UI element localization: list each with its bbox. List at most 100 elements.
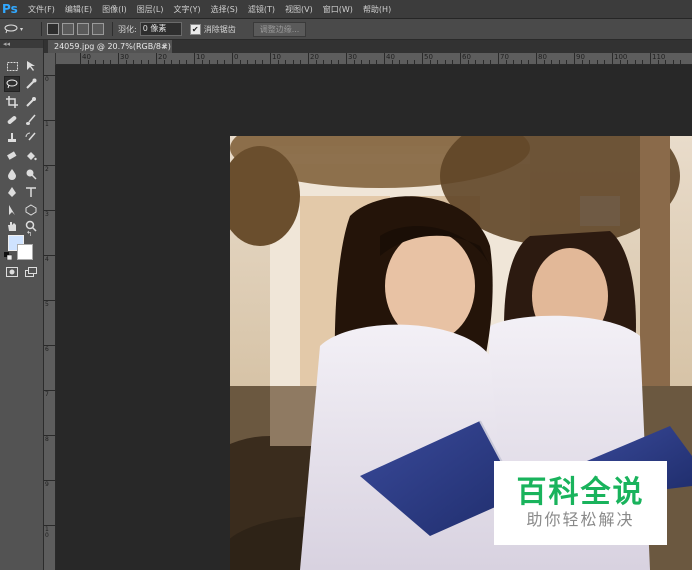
- quick-mask-icon[interactable]: [4, 264, 20, 280]
- marquee-tool-icon[interactable]: [4, 58, 20, 74]
- menu-help[interactable]: 帮助(H): [363, 4, 391, 15]
- separator: [112, 22, 113, 36]
- type-tool-icon[interactable]: [23, 184, 39, 200]
- watermark-logo: 百科全说 助你轻松解决: [494, 461, 667, 545]
- screen-mode-icon[interactable]: [23, 264, 39, 280]
- ruler-top-minor-tick: [604, 60, 606, 64]
- feather-label: 羽化:: [118, 24, 137, 34]
- ruler-top-label: 30: [120, 53, 129, 61]
- ruler-top-minor-tick: [224, 60, 226, 64]
- menu-view[interactable]: 视图(V): [285, 4, 313, 15]
- move-tool-icon[interactable]: [23, 58, 39, 74]
- antialias-checkbox[interactable]: ✔: [189, 23, 201, 35]
- ruler-top-minor-tick: [178, 60, 180, 64]
- menu-select[interactable]: 选择(S): [211, 4, 238, 15]
- eyedropper-tool-icon[interactable]: [23, 94, 39, 110]
- path-selection-tool-icon[interactable]: [4, 202, 20, 218]
- tool-preset-picker[interactable]: ▾: [4, 21, 36, 37]
- options-bar: ▾ 羽化: 0 像素 ✔ 消除锯齿 调整边缘...: [0, 19, 692, 40]
- lasso-tool-icon[interactable]: [4, 76, 20, 92]
- ruler-top-minor-tick: [619, 60, 621, 64]
- ruler-top-minor-tick: [277, 60, 279, 64]
- ruler-top-minor-tick: [566, 60, 568, 64]
- ruler-top-minor-tick: [368, 60, 370, 64]
- ruler-top-label: 60: [462, 53, 471, 61]
- ruler-top-tick: [498, 53, 499, 64]
- ruler-top-tick: [80, 53, 81, 64]
- add-to-selection-icon[interactable]: [62, 23, 74, 35]
- watermark-title: 百科全说: [516, 475, 645, 510]
- antialias-label: 消除锯齿: [203, 24, 236, 34]
- menu-file[interactable]: 文件(F): [28, 4, 55, 15]
- document-tab[interactable]: 24059.jpg @ 20.7%(RGB/8#) * ×: [48, 40, 172, 64]
- ruler-top-minor-tick: [634, 60, 636, 64]
- ruler-top-minor-tick: [95, 60, 97, 64]
- ruler-left-label: 3: [45, 211, 49, 218]
- menu-image[interactable]: 图像(I): [102, 4, 127, 15]
- ruler-top-label: 40: [386, 53, 395, 61]
- ruler-top-label: 110: [652, 53, 666, 61]
- vertical-ruler[interactable]: 0 1 2 3 4 5 6 7 8 9 10: [44, 65, 56, 570]
- menu-window[interactable]: 窗口(W): [323, 4, 353, 15]
- swap-colors-icon[interactable]: ↰: [25, 230, 33, 238]
- hand-tool-icon[interactable]: [4, 218, 20, 234]
- ruler-top-minor-tick: [330, 60, 332, 64]
- ruler-top-minor-tick: [437, 60, 439, 64]
- quick-selection-tool-icon[interactable]: [23, 76, 39, 92]
- ruler-top-minor-tick: [551, 60, 553, 64]
- paint-bucket-tool-icon[interactable]: [23, 148, 39, 164]
- ruler-origin[interactable]: [44, 53, 56, 65]
- ruler-top-label: 20: [158, 53, 167, 61]
- ruler-top-minor-tick: [657, 60, 659, 64]
- ruler-left-tick: [44, 300, 55, 301]
- chevron-down-icon: ▾: [20, 25, 24, 33]
- default-colors-icon[interactable]: [4, 252, 12, 260]
- ruler-top-tick: [156, 53, 157, 64]
- ruler-top-minor-tick: [315, 60, 317, 64]
- ruler-left-tick: [44, 165, 55, 166]
- ruler-top-tick: [232, 53, 233, 64]
- history-brush-tool-icon[interactable]: [23, 130, 39, 146]
- subtract-from-selection-icon[interactable]: [77, 23, 89, 35]
- ruler-left-tick: [44, 525, 55, 526]
- ruler-top-minor-tick: [125, 60, 127, 64]
- feather-input[interactable]: 0 像素: [139, 22, 182, 36]
- menu-edit[interactable]: 编辑(E): [65, 4, 92, 15]
- close-icon[interactable]: ×: [161, 40, 168, 53]
- ruler-top-label: 30: [348, 53, 357, 61]
- blur-tool-icon[interactable]: [4, 166, 20, 182]
- ruler-left-tick: [44, 480, 55, 481]
- crop-tool-icon[interactable]: [4, 94, 20, 110]
- menu-type[interactable]: 文字(Y): [173, 4, 200, 15]
- clone-stamp-tool-icon[interactable]: [4, 130, 20, 146]
- ruler-top-minor-tick: [292, 60, 294, 64]
- shape-tool-icon[interactable]: [23, 202, 39, 218]
- ruler-top-minor-tick: [642, 60, 644, 64]
- healing-brush-tool-icon[interactable]: [4, 112, 20, 128]
- ruler-left-tick: [44, 210, 55, 211]
- ruler-top-minor-tick: [543, 60, 545, 64]
- menu-filter[interactable]: 滤镜(T): [248, 4, 275, 15]
- panel-collapse-icon[interactable]: ◂◂: [0, 40, 43, 48]
- dodge-tool-icon[interactable]: [23, 166, 39, 182]
- refine-edge-button[interactable]: 调整边缘...: [252, 21, 307, 37]
- ruler-top-label: 0: [234, 53, 239, 61]
- ruler-top-tick: [612, 53, 613, 64]
- new-selection-icon[interactable]: [47, 23, 59, 35]
- separator: [41, 22, 42, 36]
- intersect-selection-icon[interactable]: [92, 23, 104, 35]
- pen-tool-icon[interactable]: [4, 184, 20, 200]
- ruler-top-minor-tick: [513, 60, 515, 64]
- ruler-top-minor-tick: [148, 60, 150, 64]
- ruler-top-minor-tick: [87, 60, 89, 64]
- ruler-left-label: 5: [45, 301, 49, 308]
- ruler-top-minor-tick: [475, 60, 477, 64]
- menu-layer[interactable]: 图层(L): [137, 4, 164, 15]
- ruler-top-tick: [270, 53, 271, 64]
- horizontal-ruler[interactable]: 40 30 20 10 0 10 20 30 40 50 60 70 80 90 100 110: [56, 53, 692, 65]
- ruler-top-minor-tick: [414, 60, 416, 64]
- background-color-swatch[interactable]: [17, 244, 33, 260]
- ruler-left-label: 0: [45, 76, 49, 83]
- eraser-tool-icon[interactable]: [4, 148, 20, 164]
- brush-tool-icon[interactable]: [23, 112, 39, 128]
